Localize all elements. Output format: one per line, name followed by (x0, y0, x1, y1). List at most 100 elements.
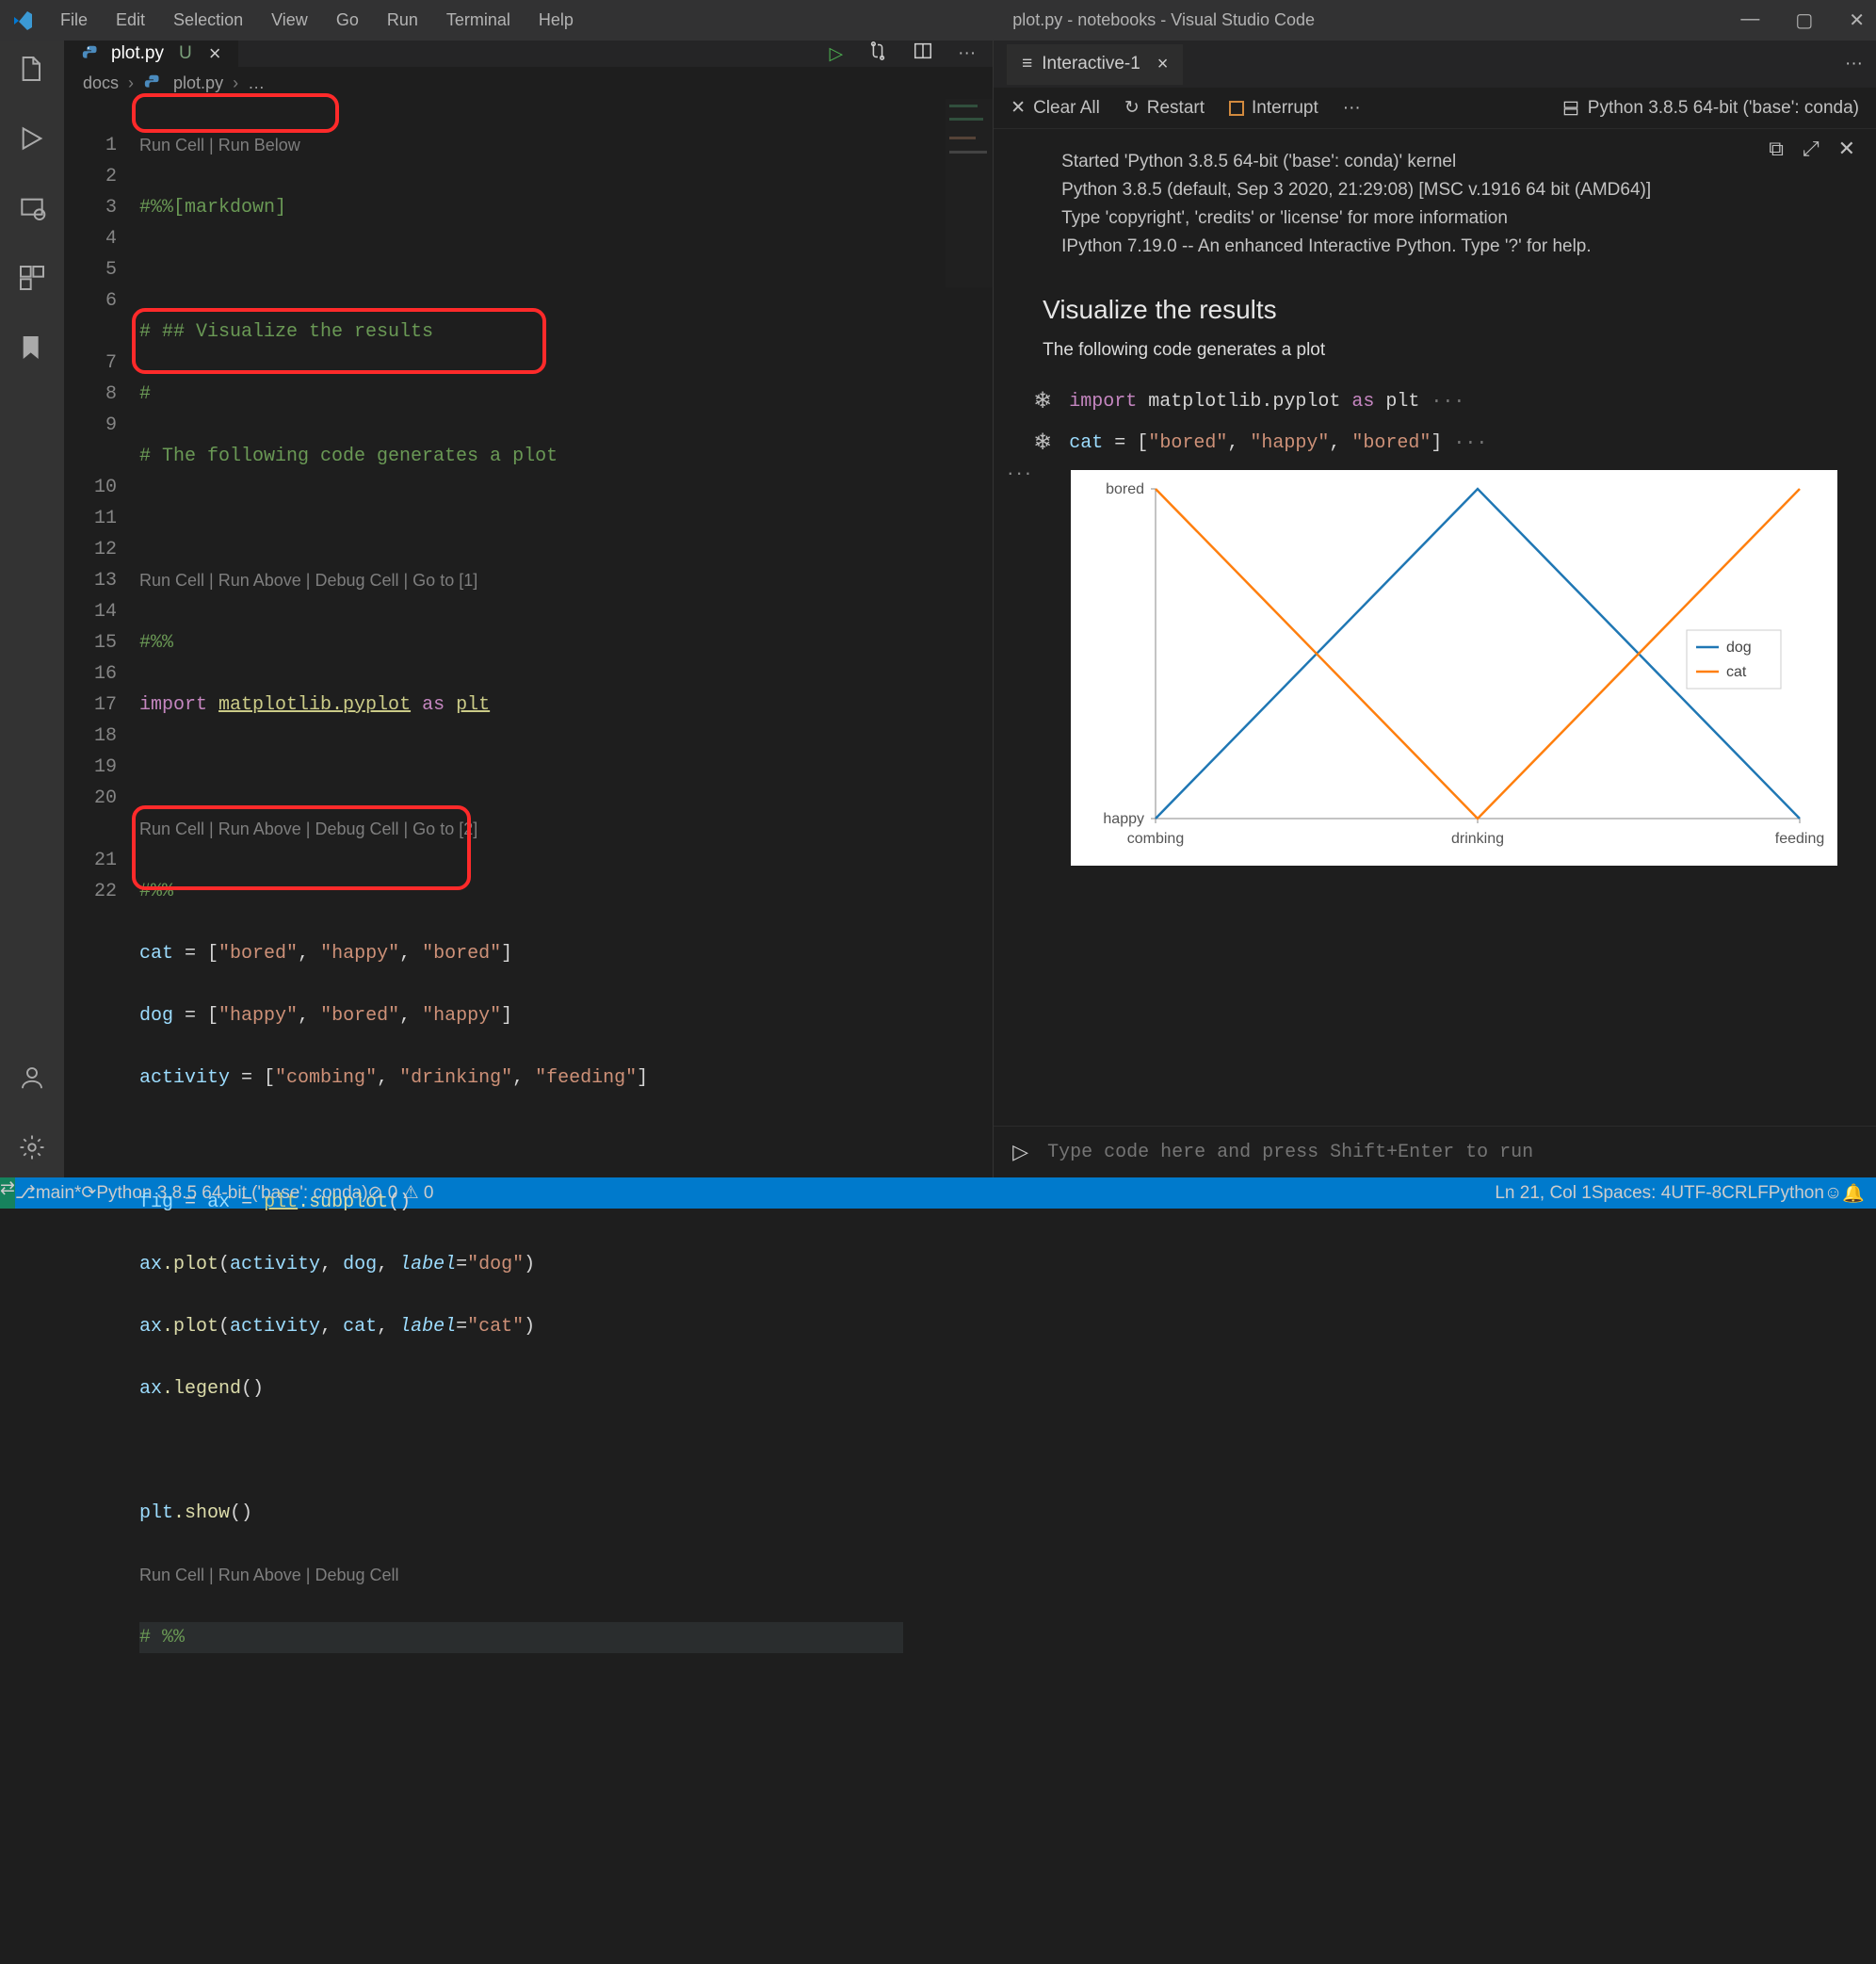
close-window-icon[interactable]: ✕ (1849, 8, 1865, 32)
breadcrumb-folder[interactable]: docs (83, 73, 119, 93)
stop-icon (1229, 101, 1244, 116)
code-line: #%%[markdown] (139, 197, 286, 219)
status-indent[interactable]: Spaces: 4 (1592, 1183, 1672, 1204)
interrupt-button[interactable]: Interrupt (1229, 98, 1318, 119)
remote-explorer-icon[interactable] (15, 191, 49, 225)
remote-icon: ⇄ (0, 1178, 15, 1198)
menu-view[interactable]: View (258, 7, 321, 34)
kernel-messages: Started 'Python 3.8.5 64-bit ('base': co… (1061, 148, 1857, 261)
codelens-run-cell[interactable]: Run Cell | Run Above | Debug Cell | Go t… (139, 814, 950, 845)
expand-icon[interactable]: ⤢ (1803, 137, 1819, 161)
executed-cell[interactable]: ❄ import matplotlib.pyplot as plt ··· (1033, 387, 1857, 415)
vscode-logo-icon (11, 9, 34, 32)
interactive-tab[interactable]: ≡ Interactive-1 × (1007, 44, 1183, 85)
activity-bar (0, 41, 64, 1177)
codelens-run-cell[interactable]: Run Cell | Run Below (139, 130, 950, 161)
interactive-output[interactable]: ⧉ ⤢ ✕ Started 'Python 3.8.5 64-bit ('bas… (994, 129, 1876, 1126)
settings-gear-icon[interactable] (15, 1130, 49, 1164)
status-language[interactable]: Python (1769, 1183, 1824, 1204)
menu-help[interactable]: Help (526, 7, 587, 34)
notifications-icon[interactable]: 🔔 (1842, 1182, 1865, 1205)
interactive-input[interactable] (1047, 1142, 1857, 1163)
code-line: # (139, 383, 151, 405)
restart-button[interactable]: ↻ Restart (1124, 97, 1205, 119)
explorer-icon[interactable] (15, 52, 49, 86)
interactive-input-row: ▷ (994, 1126, 1876, 1177)
snowflake-icon: ❄ (1033, 429, 1052, 457)
editor-body[interactable]: 123456 789 1011121314151617181920 2122 R… (64, 99, 993, 1964)
tab-modified-indicator: U (179, 43, 192, 64)
interactive-toolbar: ✕ Clear All ↻ Restart Interrupt ··· Pyth… (994, 88, 1876, 129)
minimap[interactable] (946, 99, 993, 287)
menu-bar: File Edit Selection View Go Run Terminal… (47, 7, 587, 34)
status-eol[interactable]: CRLF (1722, 1183, 1769, 1204)
codelens-run-cell[interactable]: Run Cell | Run Above | Debug Cell | Go t… (139, 565, 950, 596)
more-actions-icon[interactable]: ··· (1343, 98, 1361, 119)
maximize-icon[interactable]: ▢ (1795, 8, 1813, 32)
editor-tabbar: plot.py U × ▷ ··· (64, 41, 993, 67)
bookmark-icon[interactable] (15, 331, 49, 365)
interactive-tab-label: Interactive-1 (1042, 54, 1140, 74)
code-line: # The following code generates a plot (139, 446, 558, 467)
minimize-icon[interactable]: — (1740, 8, 1759, 32)
svg-text:bored: bored (1106, 481, 1144, 497)
tab-filename: plot.py (111, 43, 164, 64)
status-cursor[interactable]: Ln 21, Col 1 (1495, 1183, 1591, 1204)
kernel-selector[interactable]: Python 3.8.5 64-bit ('base': conda) (1561, 98, 1859, 119)
svg-text:happy: happy (1104, 811, 1145, 827)
run-debug-icon[interactable] (15, 122, 49, 155)
markdown-paragraph: The following code generates a plot (1043, 340, 1857, 361)
extensions-icon[interactable] (15, 261, 49, 295)
chevron-right-icon: › (233, 73, 238, 93)
branch-icon: ⎇ (15, 1183, 36, 1203)
menu-edit[interactable]: Edit (103, 7, 158, 34)
copy-icon[interactable]: ⧉ (1769, 137, 1784, 161)
python-file-icon (143, 73, 164, 93)
more-actions-icon[interactable]: ··· (1845, 54, 1863, 74)
menu-run[interactable]: Run (374, 7, 431, 34)
breadcrumb-tail[interactable]: … (248, 73, 265, 93)
feedback-icon[interactable]: ☺ (1824, 1183, 1842, 1204)
menu-selection[interactable]: Selection (160, 7, 256, 34)
git-compare-icon[interactable] (867, 41, 888, 67)
split-editor-icon[interactable] (913, 41, 933, 67)
clear-all-button[interactable]: ✕ Clear All (1011, 97, 1100, 119)
tab-close-icon[interactable]: × (1157, 54, 1169, 75)
list-icon: ≡ (1022, 54, 1032, 74)
interactive-pane: ≡ Interactive-1 × ··· ✕ Clear All ↻ Rest… (993, 41, 1876, 1177)
snowflake-icon: ❄ (1033, 387, 1052, 415)
line-number-gutter: 123456 789 1011121314151617181920 2122 (64, 99, 139, 1964)
python-file-icon (81, 43, 102, 64)
server-icon (1561, 99, 1580, 118)
ellipsis-icon[interactable]: ··· (1007, 461, 1033, 485)
chevron-right-icon: › (128, 73, 134, 93)
run-input-icon[interactable]: ▷ (1012, 1140, 1028, 1164)
menu-file[interactable]: File (47, 7, 101, 34)
svg-text:drinking: drinking (1451, 831, 1504, 847)
menu-terminal[interactable]: Terminal (433, 7, 524, 34)
tab-close-icon[interactable]: × (209, 41, 221, 66)
menu-go[interactable]: Go (323, 7, 372, 34)
codelens-run-cell[interactable]: Run Cell | Run Above | Debug Cell (139, 1560, 950, 1591)
code-content[interactable]: Run Cell | Run Below #%%[markdown] # ## … (139, 99, 993, 1964)
breadcrumb-file[interactable]: plot.py (173, 73, 223, 93)
close-icon[interactable]: ✕ (1838, 137, 1855, 161)
run-file-icon[interactable]: ▷ (830, 43, 844, 65)
svg-text:combing: combing (1127, 831, 1184, 847)
breadcrumbs[interactable]: docs › plot.py › … (64, 67, 993, 99)
editor-actions: ▷ ··· (813, 41, 994, 67)
remote-indicator[interactable]: ⇄ (0, 1177, 15, 1209)
accounts-icon[interactable] (15, 1061, 49, 1095)
executed-cell[interactable]: ❄ cat = ["bored", "happy", "bored"] ··· (1033, 429, 1857, 457)
output-plot: bored happy combing drinking feeding dog cat (1071, 470, 1837, 866)
status-encoding[interactable]: UTF-8 (1671, 1183, 1722, 1204)
annotation-highlight (132, 93, 339, 133)
title-bar: File Edit Selection View Go Run Terminal… (0, 0, 1876, 41)
editor-tab-plot[interactable]: plot.py U × (64, 41, 238, 67)
svg-text:feeding: feeding (1775, 831, 1825, 847)
svg-text:dog: dog (1726, 640, 1752, 656)
code-line: # ## Visualize the results (139, 321, 433, 343)
svg-text:cat: cat (1726, 664, 1747, 680)
interactive-tabbar: ≡ Interactive-1 × ··· (994, 41, 1876, 88)
more-actions-icon[interactable]: ··· (958, 43, 976, 64)
